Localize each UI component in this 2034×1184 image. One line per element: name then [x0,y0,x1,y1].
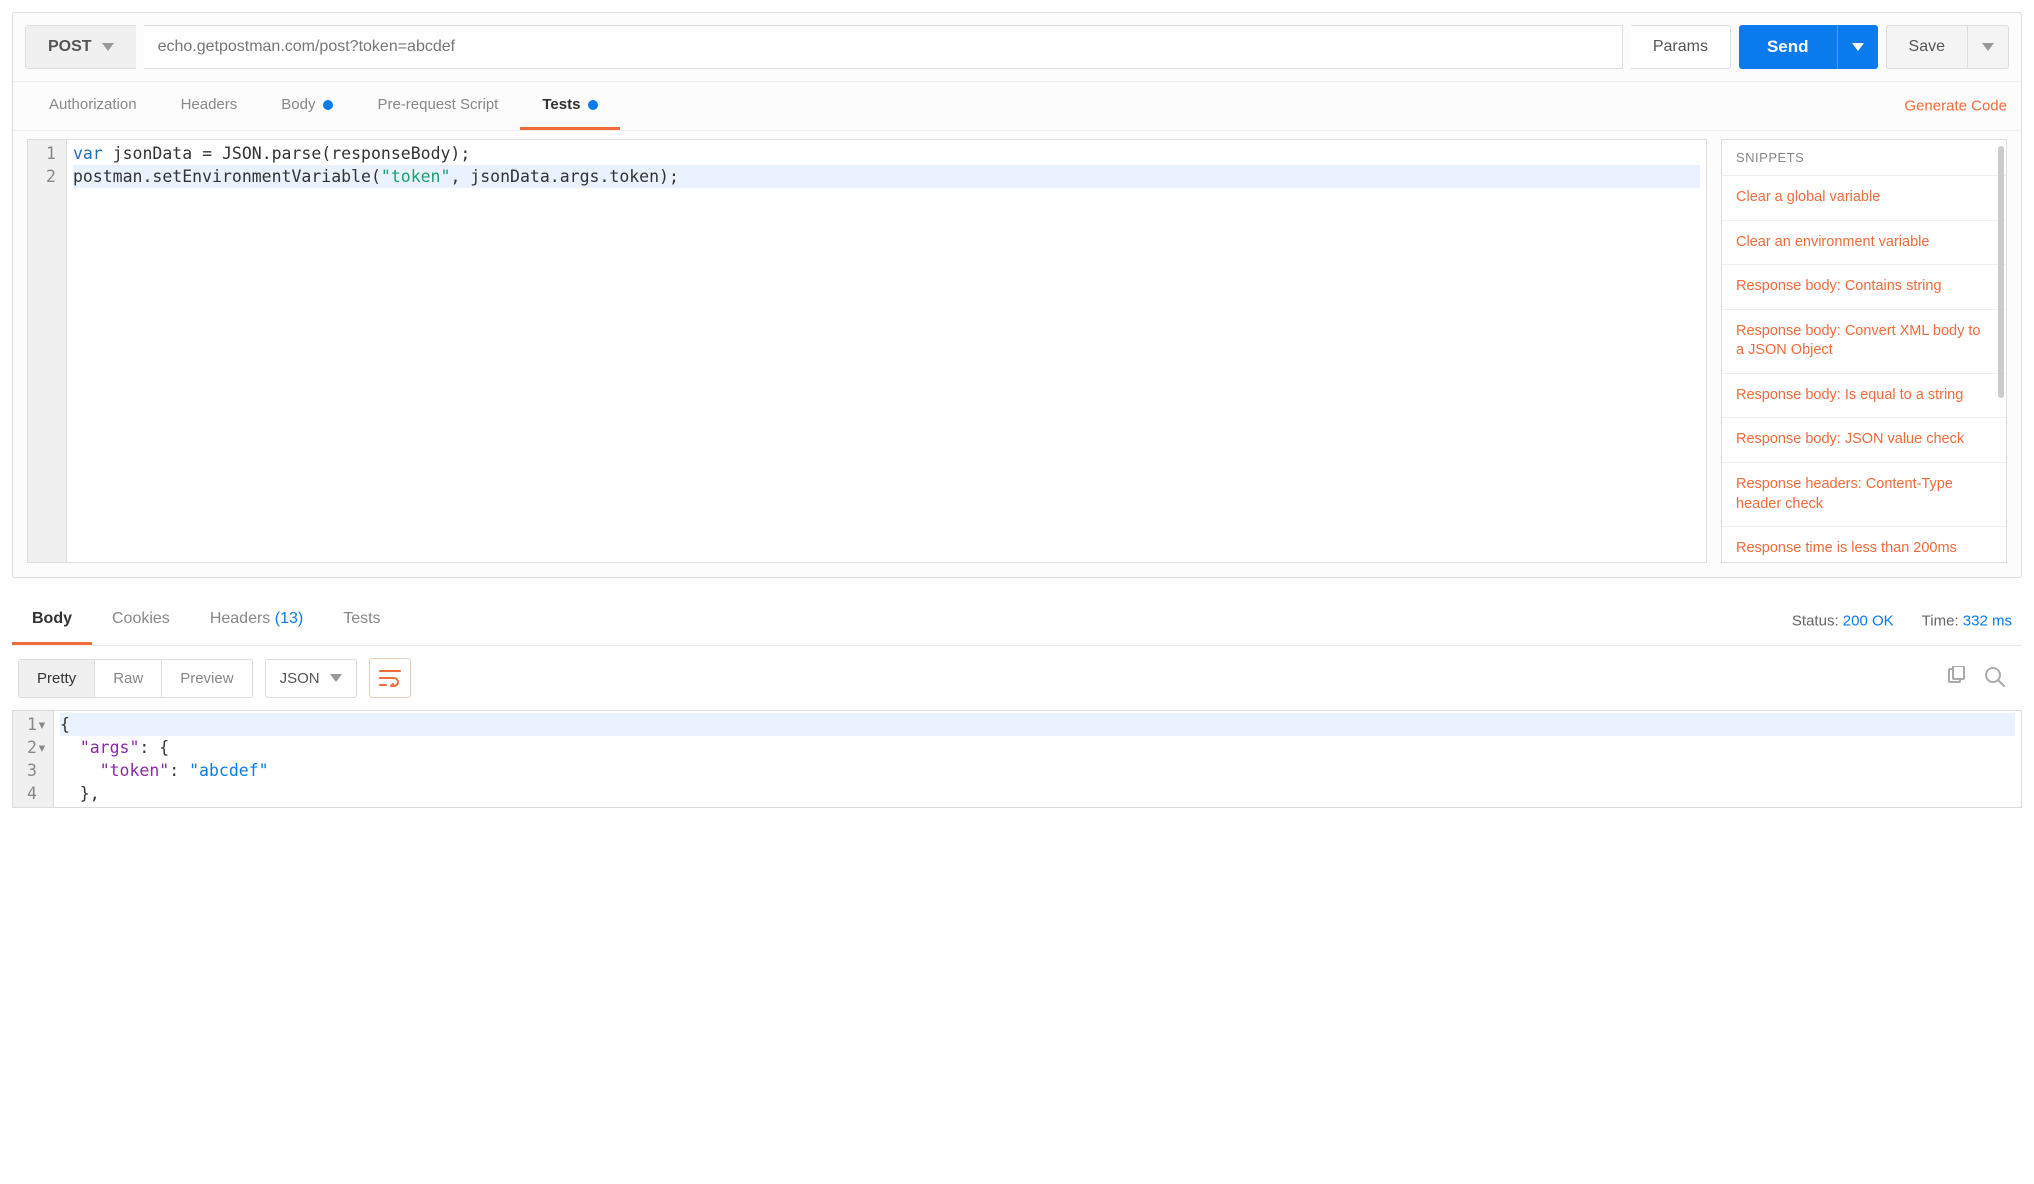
send-button[interactable]: Send [1739,25,1837,69]
snippet-item[interactable]: Response headers: Content-Type header ch… [1722,463,2006,527]
copy-icon[interactable] [1946,666,1966,691]
save-button[interactable]: Save [1886,25,1968,69]
generate-code-link[interactable]: Generate Code [1904,98,2007,115]
snippets-header: SNIPPETS [1722,140,2006,176]
code-line: "token": "abcdef" [60,759,2015,782]
response-meta: Status: 200 OK Time: 332 ms [1792,612,2012,629]
view-preview[interactable]: Preview [162,660,251,697]
response-toolbar-right [1946,666,2016,691]
chevron-down-icon [330,674,342,682]
snippet-item[interactable]: Response body: JSON value check [1722,418,2006,463]
tab-tests[interactable]: Tests [520,82,620,130]
status: Status: 200 OK [1792,612,1894,629]
tab-authorization[interactable]: Authorization [27,82,159,130]
wrap-lines-button[interactable] [369,658,411,698]
params-button[interactable]: Params [1631,25,1731,69]
response-toolbar: Pretty Raw Preview JSON [12,646,2022,710]
chevron-down-icon [102,43,114,51]
url-input[interactable]: echo.getpostman.com/post?token=abcdef [144,25,1623,69]
scrollbar-thumb[interactable] [1998,146,2004,398]
dot-indicator-icon [588,100,598,110]
editor-area: 1 2 var jsonData = JSON.parse(responseBo… [13,131,2021,577]
fold-icon: ▾ [37,713,47,736]
code-line: }, [60,782,2015,805]
fold-icon: ▾ [37,736,47,759]
code-lines: var jsonData = JSON.parse(responseBody);… [67,140,1706,562]
response-tabs: Body Cookies Headers (13) Tests Status: … [12,596,2022,646]
snippet-item[interactable]: Response body: Contains string [1722,265,2006,310]
resp-tab-headers[interactable]: Headers (13) [190,596,323,645]
method-select[interactable]: POST [25,25,136,69]
response-panel: Body Cookies Headers (13) Tests Status: … [12,596,2022,808]
response-body-editor[interactable]: 1▾ 2▾ 3 4 { "args": { "token": "abcdef" … [12,710,2022,808]
format-select[interactable]: JSON [265,659,357,698]
dot-indicator-icon [323,100,333,110]
search-icon[interactable] [1984,666,2006,691]
snippet-item[interactable]: Response body: Convert XML body to a JSO… [1722,310,2006,374]
method-label: POST [48,38,92,56]
view-mode-group: Pretty Raw Preview [18,659,253,698]
send-button-group: Send [1739,25,1878,69]
code-line: postman.setEnvironmentVariable("token", … [73,165,1700,188]
snippet-item[interactable]: Response time is less than 200ms [1722,527,2006,563]
tab-body[interactable]: Body [259,82,355,130]
view-raw[interactable]: Raw [95,660,162,697]
line-gutter: 1 2 [28,140,67,562]
view-pretty[interactable]: Pretty [19,660,95,697]
chevron-down-icon [1852,43,1864,51]
snippet-item[interactable]: Clear an environment variable [1722,221,2006,266]
code-line: var jsonData = JSON.parse(responseBody); [73,142,1700,165]
request-toolbar: POST echo.getpostman.com/post?token=abcd… [13,13,2021,82]
save-button-group: Save [1886,25,2009,69]
tests-editor[interactable]: 1 2 var jsonData = JSON.parse(responseBo… [27,139,1707,563]
line-gutter: 1▾ 2▾ 3 4 [13,711,54,807]
resp-tab-cookies[interactable]: Cookies [92,596,190,645]
tab-headers[interactable]: Headers [159,82,260,130]
resp-tab-tests[interactable]: Tests [323,596,400,645]
snippet-item[interactable]: Clear a global variable [1722,176,2006,221]
snippets-panel: SNIPPETS Clear a global variable Clear a… [1721,139,2007,563]
wrap-lines-icon [379,669,401,687]
request-tabs: Authorization Headers Body Pre-request S… [13,82,2021,131]
resp-tab-body[interactable]: Body [12,596,92,645]
response-lines: { "args": { "token": "abcdef" }, [54,711,2021,807]
chevron-down-icon [1982,43,1994,51]
code-line: "args": { [60,736,2015,759]
tab-prerequest[interactable]: Pre-request Script [355,82,520,130]
request-panel: POST echo.getpostman.com/post?token=abcd… [12,12,2022,578]
save-caret-button[interactable] [1968,25,2009,69]
snippet-item[interactable]: Response body: Is equal to a string [1722,374,2006,419]
code-line: { [60,713,2015,736]
send-caret-button[interactable] [1837,25,1878,69]
url-text: echo.getpostman.com/post?token=abcdef [158,38,456,56]
time: Time: 332 ms [1922,612,2012,629]
